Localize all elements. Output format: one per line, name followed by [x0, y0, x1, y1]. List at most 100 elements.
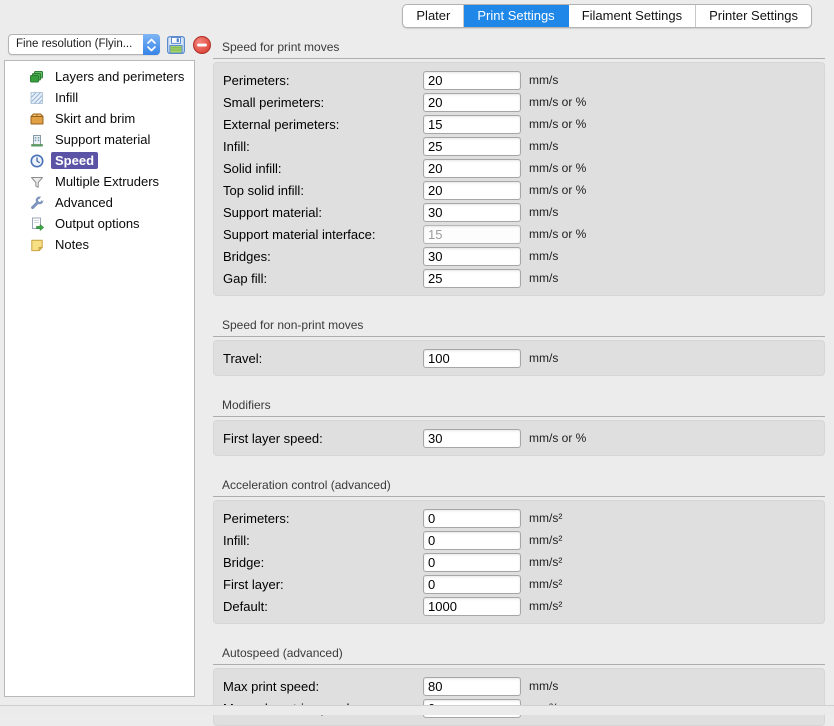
sidebar-item-label: Notes: [51, 236, 93, 253]
preset-select[interactable]: Fine resolution (Flyin...: [8, 34, 160, 55]
unit-label: mm/s: [529, 351, 558, 365]
setting-row-travel: Travel: mm/s: [214, 347, 824, 369]
tab-printer-settings[interactable]: Printer Settings: [696, 5, 811, 27]
setting-label: Perimeters:: [223, 511, 423, 526]
setting-row-perimeters: Perimeters: mm/s²: [214, 507, 824, 529]
field-perimeters[interactable]: [423, 509, 521, 528]
sidebar-item-infill[interactable]: Infill: [5, 87, 194, 108]
setting-row-infill: Infill: mm/s: [214, 135, 824, 157]
settings-category-list: Layers and perimeters Infill Skirt and bri…: [4, 60, 195, 697]
sidebar-item-label: Output options: [51, 215, 144, 232]
setting-label: First layer speed:: [223, 431, 423, 446]
support-icon: [29, 132, 45, 148]
sidebar-item-notes[interactable]: Notes: [5, 234, 194, 255]
sidebar-item-skirt-and-brim[interactable]: Skirt and brim: [5, 108, 194, 129]
field-max-print-speed[interactable]: [423, 677, 521, 696]
setting-label: Bridge:: [223, 555, 423, 570]
field-infill[interactable]: [423, 531, 521, 550]
field-perimeters[interactable]: [423, 71, 521, 90]
setting-row-solid-infill: Solid infill:mm/s or %: [214, 157, 824, 179]
output-icon: [29, 216, 45, 232]
field-top-solid-infill[interactable]: [423, 181, 521, 200]
skirt-icon: [29, 111, 45, 127]
field-bridge[interactable]: [423, 553, 521, 572]
section-title: Speed for print moves: [213, 40, 825, 59]
setting-row-top-solid-infill: Top solid infill: mm/s or %: [214, 179, 824, 201]
setting-label: Solid infill:: [223, 161, 423, 176]
sidebar-item-label: Support material: [51, 131, 154, 148]
setting-row-bridges: Bridges:mm/s: [214, 245, 824, 267]
setting-row-external-perimeters: External perimeters: mm/s or %: [214, 113, 824, 135]
sidebar-item-label: Skirt and brim: [51, 110, 139, 127]
unit-label: mm/s or %: [529, 117, 586, 131]
section-title: Speed for non-print moves: [213, 318, 825, 337]
unit-label: mm/s²: [529, 577, 562, 591]
save-preset-button[interactable]: [166, 35, 186, 55]
setting-row-perimeters: Perimeters:mm/s: [214, 69, 824, 91]
tab-filament-settings[interactable]: Filament Settings: [569, 5, 696, 27]
setting-row-support-material: Support material:mm/s: [214, 201, 824, 223]
unit-label: mm/s or %: [529, 227, 586, 241]
unit-label: mm/s²: [529, 511, 562, 525]
sidebar-item-multiple-extruders[interactable]: Multiple Extruders: [5, 171, 194, 192]
sidebar-item-label: Infill: [51, 89, 82, 106]
field-infill[interactable]: [423, 137, 521, 156]
field-default[interactable]: [423, 597, 521, 616]
settings-panel: Speed for print movesPerimeters:mm/sSmal…: [213, 30, 825, 726]
unit-label: mm/s: [529, 249, 558, 263]
setting-label: First layer:: [223, 577, 423, 592]
section-title: Acceleration control (advanced): [213, 478, 825, 497]
setting-label: Infill:: [223, 139, 423, 154]
field-solid-infill[interactable]: [423, 159, 521, 178]
section-speed-for-print-moves: Speed for print moves Perimeters:mm/s Smal…: [213, 40, 825, 296]
setting-label: Small perimeters:: [223, 95, 423, 110]
sidebar-item-speed[interactable]: Speed: [5, 150, 194, 171]
setting-label: Infill:: [223, 533, 423, 548]
unit-label: mm/s²: [529, 555, 562, 569]
sidebar-item-output-options[interactable]: Output options: [5, 213, 194, 234]
section-speed-for-non-print-moves: Speed for non-print moves Travel: mm/s: [213, 318, 825, 376]
section-title: Autospeed (advanced): [213, 646, 825, 665]
section-modifiers: ModifiersFirst layer speed:mm/s or %: [213, 398, 825, 456]
sidebar-item-layers-and-perimeters[interactable]: Layers and perimeters: [5, 66, 194, 87]
advanced-icon: [29, 195, 45, 211]
section-box: Max print speed:mm/sMax volumetric speed…: [213, 668, 825, 726]
unit-label: mm/s: [529, 679, 558, 693]
unit-label: mm/s: [529, 271, 558, 285]
notes-icon: [29, 237, 45, 253]
setting-row-default: Default:mm/s²: [214, 595, 824, 617]
setting-row-gap-fill: Gap fill:mm/s: [214, 267, 824, 289]
setting-label: External perimeters:: [223, 117, 423, 132]
field-support-material[interactable]: [423, 203, 521, 222]
field-small-perimeters[interactable]: [423, 93, 521, 112]
unit-label: mm/s: [529, 205, 558, 219]
setting-row-first-layer: First layer: mm/s²: [214, 573, 824, 595]
section-box: Travel: mm/s: [213, 340, 825, 376]
setting-label: Support material interface:: [223, 227, 423, 242]
setting-label: Default:: [223, 599, 423, 614]
sidebar-item-advanced[interactable]: Advanced: [5, 192, 194, 213]
sidebar-item-label: Speed: [51, 152, 98, 169]
tab-print-settings[interactable]: Print Settings: [464, 5, 568, 27]
tab-plater[interactable]: Plater: [403, 5, 464, 27]
sidebar-item-label: Multiple Extruders: [51, 173, 163, 190]
unit-label: mm/s: [529, 139, 558, 153]
chevron-up-down-icon[interactable]: [143, 34, 160, 55]
setting-label: Top solid infill:: [223, 183, 423, 198]
infill-icon: [29, 90, 45, 106]
speed-icon: [29, 153, 45, 169]
field-external-perimeters[interactable]: [423, 115, 521, 134]
field-gap-fill[interactable]: [423, 269, 521, 288]
setting-row-bridge: Bridge: mm/s²: [214, 551, 824, 573]
field-travel[interactable]: [423, 349, 521, 368]
sidebar-item-support-material[interactable]: Support material: [5, 129, 194, 150]
section-title: Modifiers: [213, 398, 825, 417]
unit-label: mm/s or %: [529, 95, 586, 109]
field-bridges[interactable]: [423, 247, 521, 266]
field-first-layer-speed[interactable]: [423, 429, 521, 448]
unit-label: mm/s or %: [529, 183, 586, 197]
delete-preset-button[interactable]: [192, 35, 212, 55]
setting-label: Travel:: [223, 351, 423, 366]
sidebar-item-label: Layers and perimeters: [51, 68, 188, 85]
field-first-layer[interactable]: [423, 575, 521, 594]
